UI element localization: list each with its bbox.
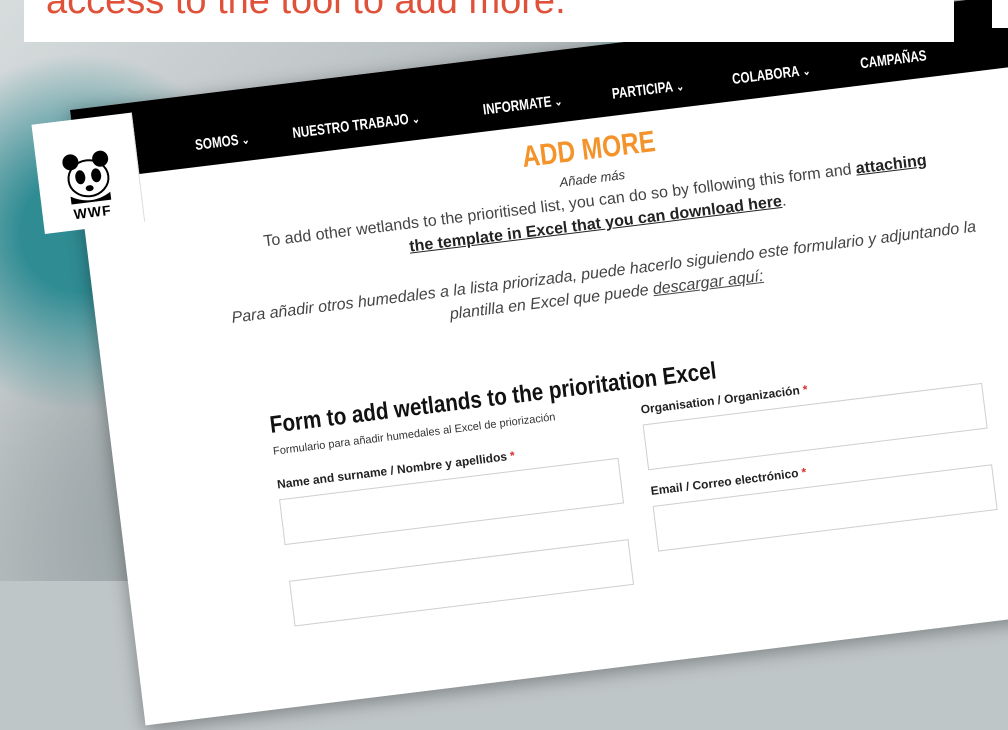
wetland-form: Form to add wetlands to the prioritation… [268, 322, 1008, 627]
nav-item-label: INFORMATE [482, 93, 553, 119]
chevron-down-icon: ⌄ [553, 93, 563, 109]
required-mark: * [509, 448, 516, 463]
nav-item-somos[interactable]: SOMOS ⌄ [194, 130, 250, 154]
nav-item-nuestro-trabajo[interactable]: NUESTRO TRABAJO ⌄ [291, 110, 420, 142]
slide-caption: access to the tool to add more. [24, 0, 954, 42]
chevron-down-icon: ⌄ [410, 111, 421, 126]
nav-item-colabora[interactable]: COLABORA ⌄ [731, 62, 811, 88]
corner-box [992, 0, 1008, 28]
nav-item-label: SOMOS [194, 131, 240, 154]
chevron-down-icon: ⌄ [240, 131, 251, 147]
wwf-web-page: SOMOS ⌄ NUESTRO TRABAJO ⌄ INFORMATE ⌄ PA… [31, 0, 1008, 726]
attaching-link[interactable]: attaching [855, 152, 928, 178]
nav-item-label: PARTICIPA [611, 78, 675, 103]
logo-text: WWF [72, 201, 113, 223]
nav-item-campanas[interactable]: CAMPAÑAS [859, 47, 927, 72]
nav-item-label: NUESTRO TRABAJO [291, 110, 410, 143]
chevron-down-icon: ⌄ [801, 63, 811, 78]
panda-icon [62, 150, 112, 205]
required-mark: * [800, 465, 808, 480]
chevron-down-icon: ⌄ [675, 78, 685, 94]
additional-input[interactable] [289, 539, 635, 627]
nav-item-informate[interactable]: INFORMATE ⌄ [482, 92, 563, 119]
caption-text: access to the tool to add more. [46, 0, 566, 22]
wwf-logo[interactable]: WWF [31, 112, 146, 234]
nav-item-label: COLABORA [730, 62, 801, 89]
nav-item-participa[interactable]: PARTICIPA ⌄ [611, 77, 685, 103]
intro-text-en-end: . [780, 192, 788, 210]
nav-item-label: CAMPAÑAS [858, 47, 928, 73]
